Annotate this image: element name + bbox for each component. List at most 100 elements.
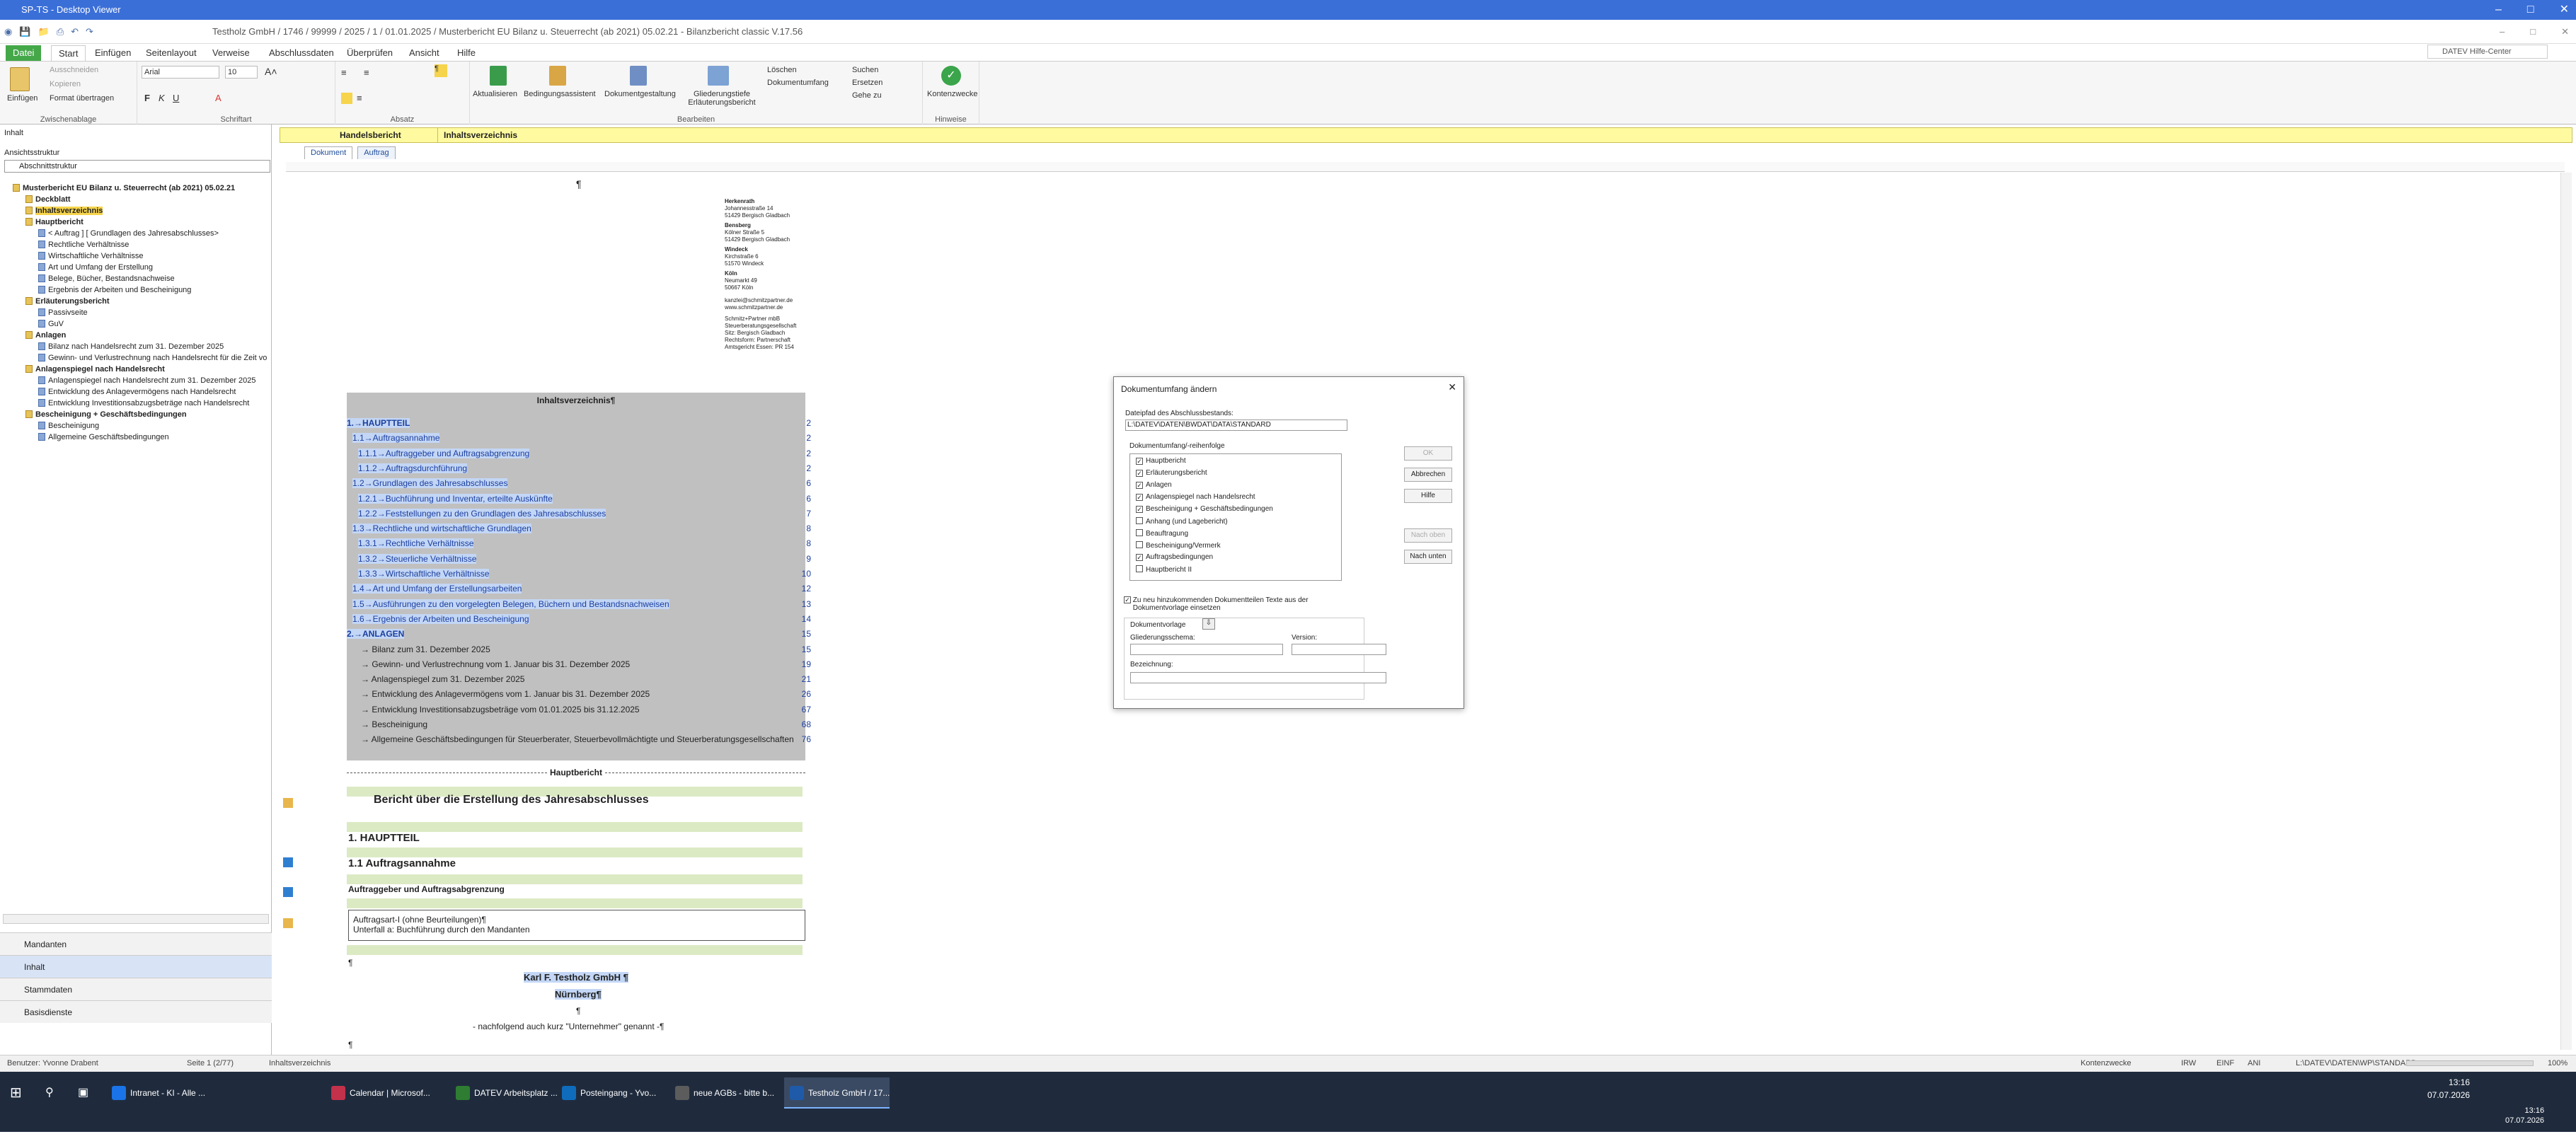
- tree-item[interactable]: Anlagenspiegel nach Handelsrecht: [25, 365, 165, 374]
- tree-item[interactable]: Anlagen: [25, 331, 66, 340]
- tree-item[interactable]: Ergebnis der Arbeiten und Bescheinigung: [38, 286, 191, 294]
- toc-entry[interactable]: → Bilanz zum 31. Dezember 2025 15: [347, 644, 812, 654]
- nav-mandanten[interactable]: Mandanten: [0, 932, 272, 955]
- scope-item[interactable]: Hauptbericht II: [1136, 565, 1192, 574]
- scope-button[interactable]: Dokumentumfang: [767, 79, 829, 87]
- app-minimize-icon[interactable]: –: [2500, 20, 2505, 44]
- taskbar-app[interactable]: DATEV Arbeitsplatz ...: [450, 1077, 558, 1109]
- tab-start[interactable]: Start: [51, 45, 86, 61]
- scope-item[interactable]: Bescheinigung/Vermerk: [1136, 541, 1221, 550]
- toc-entry[interactable]: → Gewinn- und Verlustrechnung vom 1. Jan…: [347, 659, 812, 669]
- tree-item[interactable]: Anlagenspiegel nach Handelsrecht zum 31.…: [38, 376, 256, 385]
- scope-item[interactable]: Anhang (und Lagebericht): [1136, 517, 1228, 526]
- checkbox-box[interactable]: ✓: [1124, 596, 1131, 603]
- tree-item[interactable]: GuV: [38, 320, 64, 328]
- numbering-icon[interactable]: ≡: [364, 67, 369, 78]
- open-icon[interactable]: 📁: [38, 20, 50, 44]
- checkbox[interactable]: ✓: [1136, 470, 1143, 477]
- toc-entry[interactable]: → Allgemeine Geschäftsbedingungen für St…: [347, 734, 812, 744]
- search-icon[interactable]: ⚲: [45, 1079, 54, 1107]
- tree-item[interactable]: Entwicklung Investitionsabzugsbeträge na…: [38, 399, 249, 407]
- tab-hilfe[interactable]: Hilfe: [450, 45, 483, 61]
- scope-item[interactable]: ✓ Anlagenspiegel nach Handelsrecht: [1136, 493, 1255, 501]
- scope-item[interactable]: ✓ Hauptbericht: [1136, 457, 1186, 465]
- align-center-icon[interactable]: ≡: [357, 93, 362, 103]
- tree-item[interactable]: Bescheinigung + Geschäftsbedingungen: [25, 410, 187, 419]
- tree-item[interactable]: < Auftrag ] [ Grundlagen des Jahresabsch…: [38, 229, 219, 238]
- redo-icon[interactable]: ↷: [86, 20, 93, 44]
- tree-item[interactable]: Rechtliche Verhältnisse: [38, 241, 129, 249]
- taskbar-app[interactable]: Testholz GmbH / 17...: [784, 1077, 890, 1109]
- wizard-button[interactable]: Bedingungsassistent: [524, 90, 596, 98]
- design-button[interactable]: Dokumentgestaltung: [604, 90, 676, 98]
- margin-note-icon[interactable]: [283, 918, 293, 928]
- pilcrow-icon[interactable]: ¶: [435, 64, 447, 77]
- scope-item[interactable]: Beauftragung: [1136, 529, 1188, 538]
- toc-entry[interactable]: 1.6→Ergebnis der Arbeiten und Bescheinig…: [347, 613, 812, 624]
- save-icon[interactable]: 💾: [19, 20, 30, 44]
- toc-entry[interactable]: → Entwicklung Investitionsabzugsbeträge …: [347, 705, 812, 714]
- copy-button[interactable]: Kopieren: [50, 80, 81, 88]
- toc-entry[interactable]: 1.4→Art und Umfang der Erstellungsarbeit…: [347, 584, 812, 594]
- checkbox[interactable]: ✓: [1136, 458, 1143, 465]
- toc-entry[interactable]: 1.→HAUPTTEIL 2: [347, 418, 812, 428]
- taskbar-app[interactable]: Calendar | Microsof...: [326, 1077, 430, 1109]
- toc-entry[interactable]: 2.→ANLAGEN 15: [347, 629, 812, 640]
- tab-abschlussdaten[interactable]: Abschlussdaten: [262, 45, 341, 61]
- ok-button[interactable]: OK: [1404, 446, 1452, 461]
- toc-entry[interactable]: 1.2.2→Feststellungen zu den Grundlagen d…: [347, 508, 812, 519]
- scope-item[interactable]: ✓ Anlagen: [1136, 481, 1172, 489]
- checkbox[interactable]: [1136, 565, 1143, 572]
- toc-entry[interactable]: 1.1.1→Auftraggeber und Auftragsabgrenzun…: [347, 448, 812, 458]
- goto-button[interactable]: Gehe zu: [852, 91, 882, 100]
- tree-item[interactable]: Passivseite: [38, 308, 88, 317]
- toc-entry[interactable]: 1.1.2→Auftragsdurchführung 2: [347, 463, 812, 473]
- tab-dokument[interactable]: Dokument: [304, 146, 353, 159]
- delete-button[interactable]: Löschen: [767, 66, 797, 74]
- toc-entry[interactable]: → Bescheinigung 68: [347, 719, 812, 729]
- checkbox[interactable]: [1136, 517, 1143, 524]
- version-input[interactable]: [1292, 644, 1386, 655]
- toc-entry[interactable]: 1.3→Rechtliche und wirtschaftliche Grund…: [347, 523, 812, 534]
- paste-button[interactable]: Einfügen: [7, 94, 38, 103]
- move-up-button[interactable]: Nach oben: [1404, 528, 1452, 543]
- tree-item[interactable]: Art und Umfang der Erstellung: [38, 263, 153, 272]
- font-size-select[interactable]: 10: [225, 66, 258, 79]
- tab-einfuegen[interactable]: Einfügen: [88, 45, 138, 61]
- bold-icon[interactable]: F: [144, 93, 150, 103]
- bullets-icon[interactable]: ≡: [341, 67, 347, 78]
- app-close-icon[interactable]: ✕: [2561, 20, 2569, 44]
- grow-font-icon[interactable]: A˄: [265, 66, 277, 77]
- print-icon[interactable]: ⎙: [57, 20, 64, 44]
- tree-item[interactable]: Belege, Bücher, Bestandsnachweise: [38, 274, 175, 283]
- tab-ansicht[interactable]: Ansicht: [402, 45, 447, 61]
- nav-basisdienste[interactable]: Basisdienste: [0, 1000, 272, 1023]
- start-icon[interactable]: ⊞: [10, 1079, 22, 1107]
- tree-item[interactable]: Allgemeine Geschäftsbedingungen: [38, 433, 169, 441]
- tab-seitenlayout[interactable]: Seitenlayout: [139, 45, 204, 61]
- tree-horizontal-scrollbar[interactable]: [3, 914, 269, 924]
- checkbox[interactable]: ✓: [1136, 494, 1143, 501]
- maximize-icon[interactable]: □: [2527, 0, 2534, 20]
- toc-entry[interactable]: → Anlagenspiegel zum 31. Dezember 2025 21: [347, 674, 812, 684]
- toc-entry[interactable]: 1.3.1→Rechtliche Verhältnisse 8: [347, 538, 812, 549]
- template-picker-icon[interactable]: ⇩: [1202, 618, 1215, 630]
- toc-entry[interactable]: 1.2→Grundlagen des Jahresabschlusses 6: [347, 478, 812, 489]
- undo-icon[interactable]: ↶: [71, 20, 79, 44]
- tree-item[interactable]: Gewinn- und Verlustrechnung nach Handels…: [38, 354, 267, 362]
- move-down-button[interactable]: Nach unten: [1404, 550, 1452, 564]
- tree-item[interactable]: Entwicklung des Anlagevermögens nach Han…: [38, 388, 236, 396]
- font-color-icon[interactable]: A: [215, 93, 222, 103]
- toc-entry[interactable]: 1.5→Ausführungen zu den vorgelegten Bele…: [347, 598, 812, 609]
- format-painter-button[interactable]: Format übertragen: [50, 94, 114, 103]
- dialog-close-icon[interactable]: ✕: [1448, 381, 1456, 393]
- taskview-icon[interactable]: ▣: [78, 1079, 88, 1107]
- font-name-select[interactable]: Arial: [142, 66, 219, 79]
- vertical-scrollbar[interactable]: [2560, 173, 2572, 1050]
- nav-stammdaten[interactable]: Stammdaten: [0, 978, 272, 1000]
- toc-entry[interactable]: → Entwicklung des Anlagevermögens vom 1.…: [347, 689, 812, 699]
- help-button[interactable]: Hilfe: [1404, 489, 1452, 503]
- replace-button[interactable]: Ersetzen: [852, 79, 882, 87]
- toc-entry[interactable]: 1.2.1→Buchführung und Inventar, erteilte…: [347, 493, 812, 504]
- scheme-input[interactable]: [1130, 644, 1283, 655]
